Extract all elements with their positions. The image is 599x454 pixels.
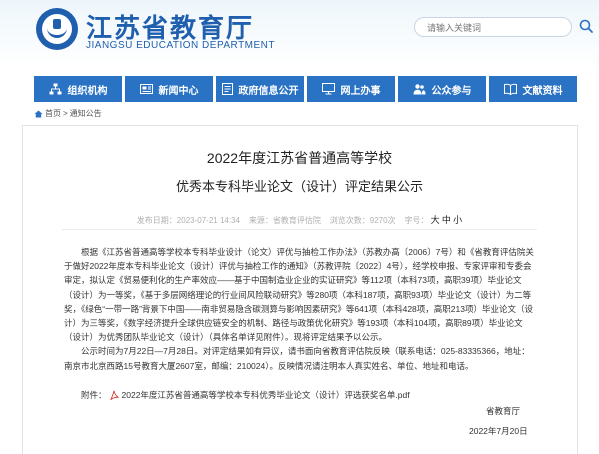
font-size-small-button[interactable]: 小	[453, 215, 462, 225]
signature-date: 2022年7月20日	[469, 426, 528, 436]
site-header: 江苏省教育厅 JIANGSU EDUCATION DEPARTMENT	[0, 0, 599, 68]
main-nav: 组织机构 新闻中心 政府信息公开 网上办事 公众参与 文献资料	[0, 76, 599, 102]
site-logo[interactable]	[36, 8, 78, 50]
nav-item-gov-info[interactable]: 政府信息公开	[216, 76, 304, 102]
meta-divider	[62, 229, 537, 230]
nav-item-organization[interactable]: 组织机构	[34, 76, 122, 102]
nav-item-news[interactable]: 新闻中心	[125, 76, 213, 102]
nav-label: 政府信息公开	[238, 85, 299, 97]
nav-item-online-service[interactable]: 网上办事	[307, 76, 395, 102]
site-subtitle: JIANGSU EDUCATION DEPARTMENT	[86, 40, 276, 51]
people-icon	[413, 84, 425, 95]
nav-item-participation[interactable]: 公众参与	[398, 76, 486, 102]
font-size-label: 字号：	[404, 216, 429, 225]
breadcrumb-current[interactable]: 通知公告	[70, 108, 102, 119]
attachment: 附件： 2022年度江苏省普通高等学校本专科优秀毕业论文（设计）评选获奖名单.p…	[81, 389, 410, 401]
article-body: 根据《江苏省普通高等学校本专科毕业设计（论文）评优与抽检工作办法》（苏教办高〔2…	[64, 245, 534, 373]
home-icon	[34, 110, 43, 117]
breadcrumb: 首页 > 通知公告	[34, 108, 102, 119]
article-paragraph: 公示时间为7月22日—7月28日。对评定结果如有异议，请书面向省教育评估院反映（…	[64, 346, 530, 371]
news-icon	[139, 84, 153, 94]
article-meta: 发布日期：2023-07-21 14:34 来源：省教育评估院 浏览次数：927…	[0, 213, 599, 226]
nav-label: 网上办事	[340, 85, 381, 97]
font-size-medium-button[interactable]: 中	[442, 215, 451, 225]
document-icon	[221, 83, 233, 95]
monitor-icon	[321, 83, 335, 95]
article-title-line1: 2022年度江苏省普通高等学校	[206, 150, 393, 166]
sitemap-icon	[49, 83, 61, 95]
article-source: 来源：省教育评估院	[248, 216, 321, 225]
publish-date: 发布日期：2023-07-21 14:34	[136, 216, 240, 225]
nav-label: 公众参与	[431, 85, 472, 97]
breadcrumb-separator: >	[63, 109, 68, 118]
view-count: 浏览次数：9270次	[329, 216, 396, 225]
breadcrumb-home-link[interactable]: 首页	[45, 108, 61, 119]
attachment-file-link[interactable]: 2022年度江苏省普通高等学校本专科优秀毕业论文（设计）评选获奖名单.pdf	[122, 389, 410, 401]
search-input[interactable]	[425, 20, 549, 36]
logo-emblem-icon	[42, 14, 72, 44]
nav-item-literature[interactable]: 文献资料	[489, 76, 577, 102]
search-icon[interactable]	[578, 18, 594, 34]
article-title-line2: 优秀本专科毕业论文（设计）评定结果公示	[175, 179, 423, 194]
search-box[interactable]	[414, 17, 572, 37]
article-paragraph: 根据《江苏省普通高等学校本专科毕业设计（论文）评优与抽检工作办法》（苏教办高〔2…	[64, 247, 534, 343]
nav-label: 组织机构	[67, 85, 108, 97]
book-icon	[503, 83, 517, 95]
attachment-label: 附件：	[81, 390, 107, 400]
pdf-icon	[109, 390, 119, 400]
nav-label: 文献资料	[522, 85, 563, 97]
font-size-large-button[interactable]: 大	[431, 215, 440, 225]
nav-label: 新闻中心	[158, 85, 199, 97]
signature-org: 省教育厅	[486, 406, 521, 416]
